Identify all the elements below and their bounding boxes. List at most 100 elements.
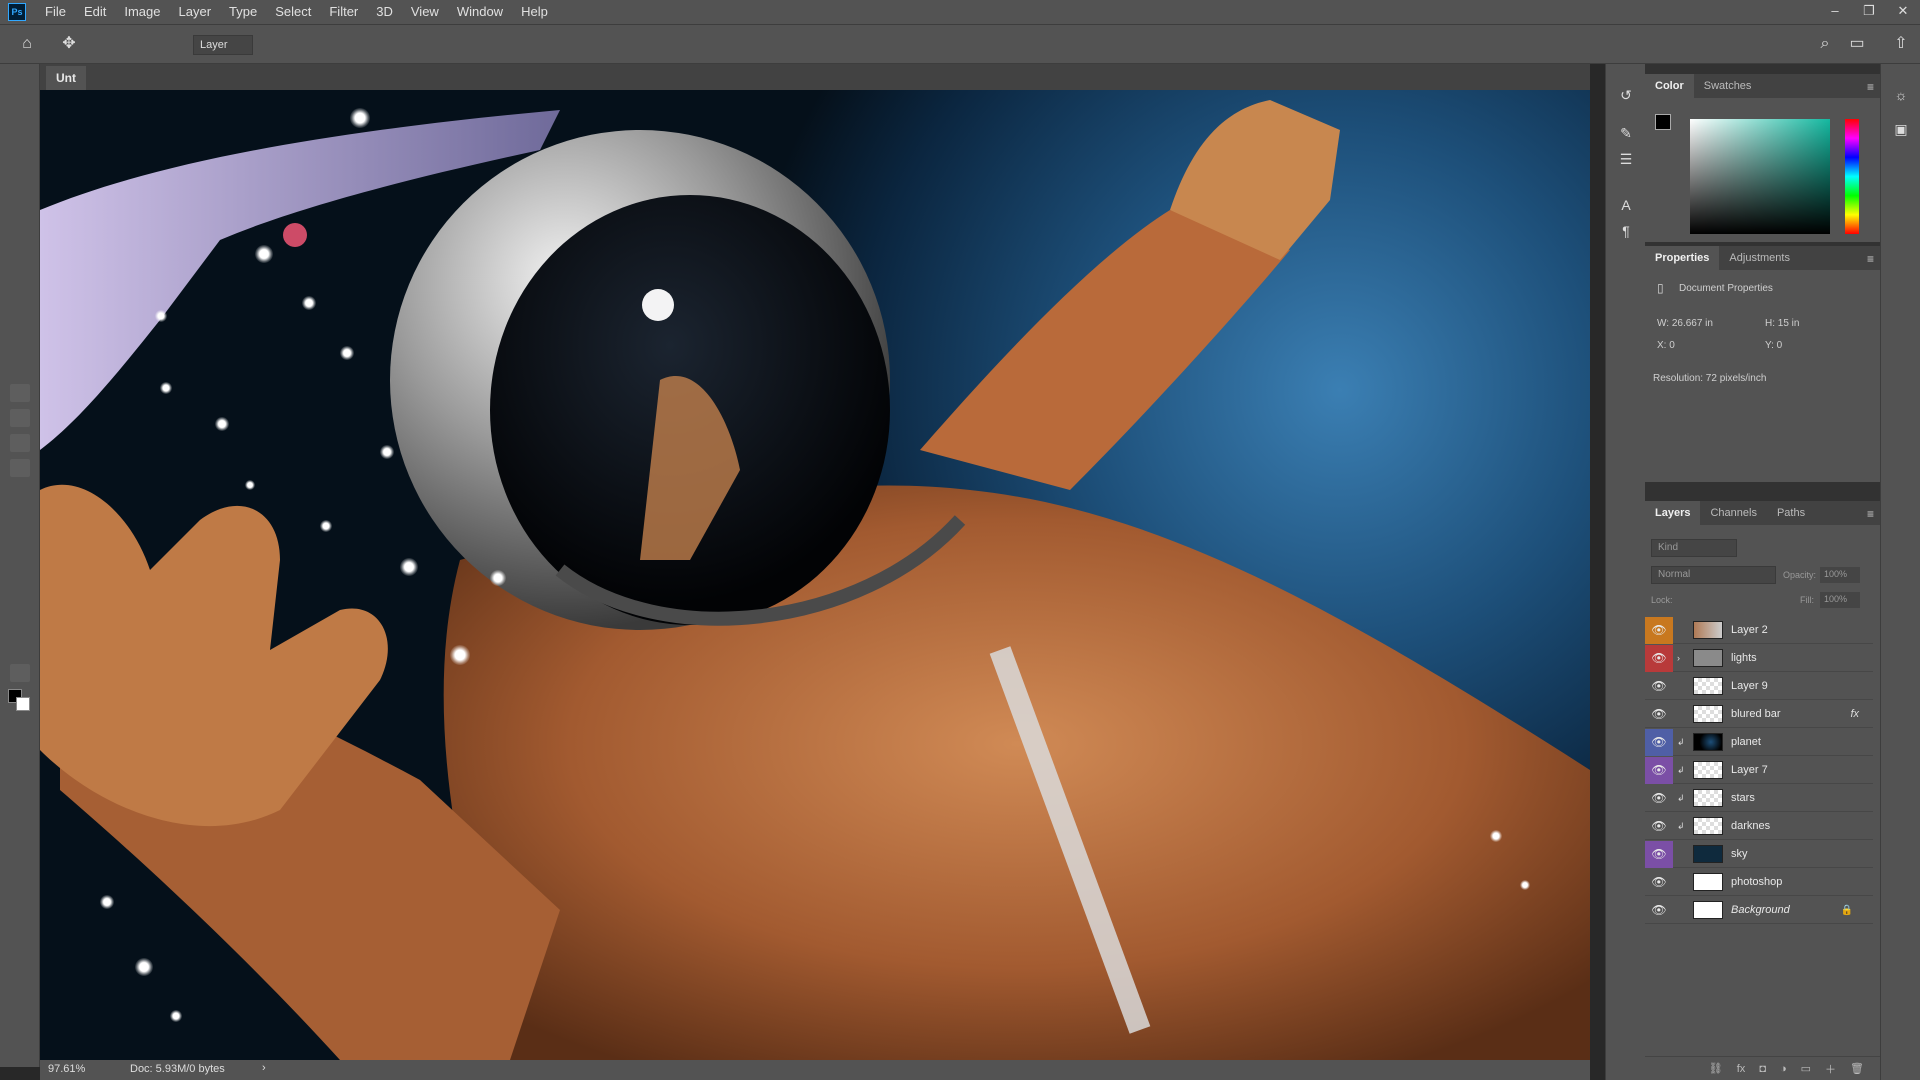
fill-value[interactable]: 100% — [1820, 592, 1860, 608]
tool-slot[interactable] — [10, 384, 30, 402]
menu-3d[interactable]: 3D — [367, 0, 402, 24]
tab-layers[interactable]: Layers — [1645, 501, 1701, 525]
layer-name[interactable]: Background — [1731, 904, 1790, 916]
hue-slider[interactable] — [1845, 119, 1859, 234]
eye-icon[interactable]: 👁 — [1645, 840, 1673, 868]
eye-icon[interactable]: 👁 — [1645, 897, 1673, 924]
tab-adjustments[interactable]: Adjustments — [1719, 246, 1800, 270]
learn-icon[interactable]: ☼ — [1892, 86, 1910, 104]
move-tool-icon[interactable]: ✥ — [58, 33, 80, 55]
layer-name[interactable]: blured bar — [1731, 708, 1781, 720]
panel-menu-icon[interactable]: ≡ — [1867, 80, 1874, 94]
layer-row[interactable]: 👁 photoshop — [1645, 869, 1873, 896]
close-button[interactable]: ✕ — [1886, 0, 1920, 24]
minimize-button[interactable]: – — [1818, 0, 1852, 24]
layer-name[interactable]: stars — [1731, 792, 1755, 804]
menu-image[interactable]: Image — [115, 0, 169, 24]
eye-icon[interactable]: 👁 — [1645, 785, 1673, 812]
layer-row[interactable]: 👁 blured bar fx — [1645, 701, 1873, 728]
menu-layer[interactable]: Layer — [170, 0, 221, 24]
eye-icon[interactable]: 👁 — [1645, 869, 1673, 896]
tab-swatches[interactable]: Swatches — [1694, 74, 1762, 98]
prop-height[interactable]: H: 15 in — [1765, 318, 1799, 329]
layer-name[interactable]: photoshop — [1731, 876, 1782, 888]
layer-name[interactable]: sky — [1731, 848, 1748, 860]
fx-icon[interactable]: fx — [1850, 708, 1859, 720]
eye-icon[interactable]: 👁 — [1645, 813, 1673, 840]
new-group-icon[interactable]: ▭ — [1801, 1062, 1811, 1075]
tool-slot[interactable] — [10, 434, 30, 452]
menu-help[interactable]: Help — [512, 0, 557, 24]
tab-color[interactable]: Color — [1645, 74, 1694, 98]
layer-row[interactable]: 👁 ↲ stars — [1645, 785, 1873, 812]
tab-channels[interactable]: Channels — [1700, 501, 1766, 525]
home-icon[interactable]: ⌂ — [16, 33, 38, 55]
new-layer-icon[interactable]: ＋ — [1825, 1061, 1836, 1077]
layer-row[interactable]: 👁 Layer 9 — [1645, 673, 1873, 700]
photoshop-logo[interactable]: Ps — [8, 3, 26, 21]
layer-name[interactable]: darknes — [1731, 820, 1770, 832]
menu-file[interactable]: File — [36, 0, 75, 24]
tool-slot[interactable] — [10, 459, 30, 477]
link-icon[interactable]: ⛓ — [1709, 1062, 1723, 1075]
brush-icon[interactable]: ✎ — [1617, 124, 1635, 142]
fx-icon[interactable]: fx — [1737, 1063, 1746, 1075]
type-icon[interactable]: A — [1617, 196, 1635, 214]
menu-select[interactable]: Select — [266, 0, 320, 24]
menu-view[interactable]: View — [402, 0, 448, 24]
eye-icon[interactable]: 👁 — [1645, 701, 1673, 728]
layer-name[interactable]: Layer 9 — [1731, 680, 1768, 692]
eye-icon[interactable]: 👁 — [1645, 673, 1673, 700]
zoom-level[interactable]: 97.61% — [48, 1063, 85, 1075]
search-icon[interactable]: ⌕ — [1814, 33, 1836, 55]
eye-icon[interactable]: 👁 — [1645, 644, 1673, 672]
prop-x[interactable]: X: 0 — [1657, 340, 1675, 351]
chevron-right-icon[interactable]: › — [1677, 653, 1685, 663]
tab-paths[interactable]: Paths — [1767, 501, 1815, 525]
eye-icon[interactable]: 👁 — [1645, 728, 1673, 756]
paragraph-icon[interactable]: ¶ — [1617, 222, 1635, 240]
status-menu-arrow[interactable]: › — [262, 1062, 266, 1074]
prop-y[interactable]: Y: 0 — [1765, 340, 1782, 351]
libraries-icon[interactable]: ▣ — [1892, 120, 1910, 138]
adjustment-icon[interactable]: ◑ — [1780, 1063, 1787, 1075]
menu-edit[interactable]: Edit — [75, 0, 115, 24]
layer-row[interactable]: 👁 Background 🔒 — [1645, 897, 1873, 924]
layer-row[interactable]: 👁 sky — [1645, 840, 1873, 868]
layer-filter-kind[interactable]: Kind — [1651, 539, 1737, 557]
eye-icon[interactable]: 👁 — [1645, 756, 1673, 784]
layer-row[interactable]: 👁 ↲ darknes — [1645, 813, 1873, 840]
share-icon[interactable]: ⇧ — [1890, 33, 1912, 55]
tool-slot[interactable] — [10, 664, 30, 682]
layer-name[interactable]: Layer 7 — [1731, 764, 1768, 776]
mask-icon[interactable]: ◘ — [1759, 1063, 1766, 1075]
layer-name[interactable]: Layer 2 — [1731, 624, 1768, 636]
prop-width[interactable]: W: 26.667 in — [1657, 318, 1713, 329]
eye-icon[interactable]: 👁 — [1645, 616, 1673, 644]
layer-row[interactable]: 👁 ↲ planet — [1645, 728, 1873, 756]
restore-button[interactable]: ❐ — [1852, 0, 1886, 24]
color-picker-field[interactable] — [1690, 119, 1830, 234]
layer-name[interactable]: lights — [1731, 652, 1757, 664]
menu-type[interactable]: Type — [220, 0, 266, 24]
layer-name[interactable]: planet — [1731, 736, 1761, 748]
adjust-icon[interactable]: ☰ — [1617, 150, 1635, 168]
tab-properties[interactable]: Properties — [1645, 246, 1720, 270]
layer-row[interactable]: 👁 ↲ Layer 7 — [1645, 756, 1873, 784]
auto-select-dropdown[interactable]: Layer — [193, 35, 253, 55]
menu-window[interactable]: Window — [448, 0, 512, 24]
layer-row[interactable]: 👁 › lights — [1645, 644, 1873, 672]
canvas-area[interactable] — [40, 90, 1590, 1060]
tool-slot[interactable] — [10, 409, 30, 427]
panel-menu-icon[interactable]: ≡ — [1867, 252, 1874, 266]
document-tab[interactable]: Unt — [46, 66, 86, 90]
opacity-value[interactable]: 100% — [1820, 567, 1860, 583]
trash-icon[interactable]: 🗑 — [1850, 1062, 1864, 1075]
foreground-color[interactable] — [1655, 114, 1671, 130]
background-swatch[interactable] — [16, 697, 30, 711]
workspace-icon[interactable]: ▭ — [1846, 33, 1868, 55]
panel-menu-icon[interactable]: ≡ — [1867, 507, 1874, 521]
blend-mode-select[interactable]: Normal — [1651, 566, 1776, 584]
history-icon[interactable]: ↺ — [1617, 86, 1635, 104]
layer-row[interactable]: 👁 Layer 2 — [1645, 616, 1873, 644]
